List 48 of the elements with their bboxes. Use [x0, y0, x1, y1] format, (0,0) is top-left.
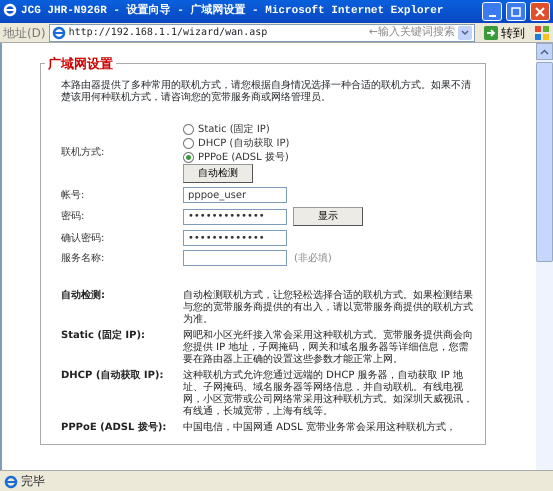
- radio-option[interactable]: PPPoE (ADSL 拨号): [183, 150, 475, 164]
- radio-option[interactable]: Static (固定 IP): [183, 122, 475, 136]
- close-icon: [534, 6, 546, 18]
- field-label: 密码:: [61, 210, 86, 224]
- term-description: 这种联机方式允许您通过远端的 DHCP 服务器，自动获取 IP 地址、子网掩码、域名服务器等网络信息，并自动联机。有线电视网，小区宽带或公司网络常采用这种联机方式。如深圳天威视讯，有线通，长城宽带，上海有线等。: [183, 370, 473, 418]
- detect-button[interactable]: 自动检测: [183, 164, 253, 183]
- input-field[interactable]: [183, 250, 287, 266]
- term-description: 网吧和小区光纤接入常会采用这种联机方式。宽带服务提供商会向您提供 IP 地址，子网掩码，网关和域名服务器等详细信息，您需要在路由器上正确的设置这些参数才能正常上网。: [183, 330, 473, 366]
- input-field[interactable]: pppoe_user: [183, 187, 287, 203]
- go-button[interactable]: 转到: [478, 24, 531, 42]
- address-label: 地址(D): [3, 24, 46, 42]
- term-label: PPPoE (ADSL 拨号):: [61, 422, 168, 434]
- field-label: 联机方式:: [61, 146, 106, 160]
- show-button[interactable]: 显示: [293, 207, 363, 226]
- input-field[interactable]: •••••••••••••: [183, 208, 287, 224]
- scrollbar[interactable]: [536, 43, 553, 470]
- radio-label: Static (固定 IP): [198, 122, 270, 136]
- radio-label: PPPoE (ADSL 拨号): [198, 150, 289, 164]
- search-hint: ←输入关键词搜索: [368, 24, 455, 40]
- window-title: JCG JHR-N926R - 设置向导 - 广域网设置 - Microsoft Internet Explorer: [21, 3, 444, 20]
- input-field[interactable]: •••••••••••••: [183, 230, 287, 246]
- arrow-icon: [484, 26, 498, 40]
- radio-button[interactable]: [183, 152, 194, 162]
- term-description: 中国电信，中国网通 ADSL 宽带业务常会采用这种联机方式，: [183, 422, 457, 434]
- optional-note: (非必填): [294, 252, 332, 266]
- address-field[interactable]: http://192.168.1.1/wizard/wan.asp ←输入关键词搜索: [48, 24, 475, 42]
- radio-option[interactable]: DHCP (自动获取 IP): [183, 136, 475, 150]
- radio-label: DHCP (自动获取 IP): [198, 136, 290, 150]
- dropdown-icon[interactable]: [458, 24, 472, 42]
- scroll-up-icon[interactable]: [536, 43, 553, 60]
- field-label: 服务名称:: [61, 252, 106, 266]
- minimize-button[interactable]: [482, 2, 502, 21]
- intro-text: 本路由器提供了多种常用的联机方式，请您根据自身情况选择一种合适的联机方式。如果不清楚该用何种联机方式，请咨询您的宽带服务商或网络管理员。: [61, 80, 472, 104]
- term-label: Static (固定 IP):: [61, 330, 146, 343]
- windows-logo-icon: [534, 24, 550, 42]
- maximize-button[interactable]: [506, 2, 526, 21]
- term-label: 自动检测:: [61, 290, 106, 303]
- term-label: DHCP (自动获取 IP):: [61, 370, 164, 383]
- term-description: 自动检测联机方式，让您轻松选择合适的联机方式。如果检测结果与您的宽带服务商提供的有出入，请以宽带服务商提供的联机方式为准。: [183, 290, 473, 326]
- radio-button[interactable]: [183, 138, 194, 148]
- field-label: 确认密码:: [61, 232, 106, 246]
- minimize-icon: [488, 14, 496, 16]
- status-text: 完毕: [21, 473, 45, 490]
- close-button[interactable]: [530, 2, 550, 21]
- radio-button[interactable]: [183, 124, 194, 134]
- url-text: http://192.168.1.1/wizard/wan.asp: [68, 26, 268, 40]
- field-label: 帐号:: [61, 188, 86, 202]
- maximize-icon: [510, 6, 522, 18]
